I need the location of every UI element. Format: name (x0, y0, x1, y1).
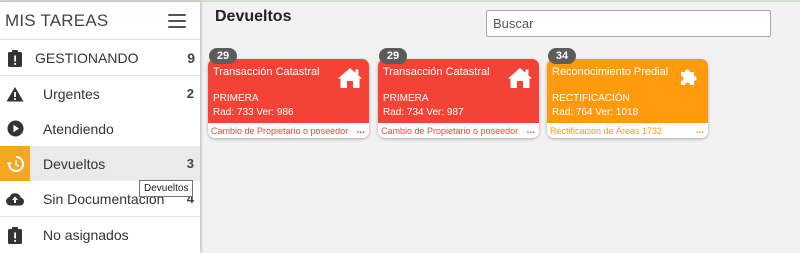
sidebar-item-no-asignados[interactable]: No asignados (0, 217, 200, 252)
card-footer-text: Cambio de Propietario o poseedor (211, 125, 349, 136)
more-options-button[interactable]: ... (357, 125, 365, 135)
sidebar: MIS TAREAS GESTIONANDO 9 Urgentes 2 Aten… (0, 2, 200, 253)
menu-icon[interactable] (168, 13, 186, 28)
sidebar-item-atendiendo[interactable]: Atendiendo (0, 111, 200, 146)
card-header: Reconocimiento Predial RECTIFICACIÓN Rad… (547, 59, 708, 123)
sidebar-item-count: 9 (187, 49, 195, 66)
clipboard-alert-icon (0, 217, 30, 252)
sidebar-item-label: Devueltos (43, 155, 106, 172)
card-stage: PRIMERA (383, 93, 429, 104)
play-circle-icon (0, 111, 30, 146)
card-footer: Rectificacion de Áreas 1732 ... (547, 123, 708, 138)
sidebar-item-label: GESTIONANDO (35, 49, 139, 66)
sidebar-item-label: Urgentes (43, 85, 100, 102)
task-card[interactable]: Transacción Catastral PRIMERA Rad: 734 V… (378, 59, 539, 138)
card-stage: PRIMERA (213, 93, 259, 104)
sidebar-item-count: 2 (186, 86, 194, 101)
card-radicado: Rad: 764 Ver: 1018 (552, 107, 639, 118)
sidebar-item-devueltos[interactable]: Devueltos 3 (0, 146, 200, 181)
card-header: Transacción Catastral PRIMERA Rad: 734 V… (378, 59, 539, 123)
puzzle-icon (678, 67, 698, 92)
sidebar-item-count: 3 (186, 156, 194, 171)
card-count-badge: 29 (379, 48, 407, 64)
task-card[interactable]: Transacción Catastral PRIMERA Rad: 733 V… (208, 59, 369, 138)
home-icon (507, 67, 533, 94)
card-footer: Cambio de Propietario o poseedor ... (378, 123, 539, 138)
sidebar-header: MIS TAREAS (0, 2, 200, 40)
card-radicado: Rad: 734 Ver: 987 (383, 107, 464, 118)
history-icon (0, 146, 30, 181)
card-footer-text: Rectificacion de Áreas 1732 (550, 125, 663, 136)
card-footer: Cambio de Propietario o poseedor ... (208, 123, 369, 138)
clipboard-alert-icon (0, 40, 30, 75)
search-input[interactable] (486, 10, 771, 37)
card-count-badge: 34 (548, 48, 576, 64)
tooltip: Devueltos (139, 180, 194, 197)
warning-icon (0, 76, 30, 111)
sidebar-item-urgentes[interactable]: Urgentes 2 (0, 76, 200, 111)
more-options-button[interactable]: ... (696, 125, 704, 135)
page-title: Devueltos (215, 8, 292, 25)
card-stage: RECTIFICACIÓN (552, 93, 630, 104)
sidebar-item-gestionando[interactable]: GESTIONANDO 9 (0, 40, 200, 75)
card-radicado: Rad: 733 Ver: 986 (213, 107, 294, 118)
sidebar-item-label: Atendiendo (43, 120, 114, 137)
home-icon (337, 67, 363, 94)
task-card[interactable]: Reconocimiento Predial RECTIFICACIÓN Rad… (547, 59, 708, 138)
card-footer-text: Cambio de Propietario o poseedor (381, 125, 519, 136)
sidebar-title: MIS TAREAS (5, 10, 109, 30)
cloud-upload-icon (0, 181, 30, 216)
sidebar-item-label: No asignados (43, 226, 129, 243)
card-header: Transacción Catastral PRIMERA Rad: 733 V… (208, 59, 369, 123)
more-options-button[interactable]: ... (527, 125, 535, 135)
card-count-badge: 29 (209, 48, 237, 64)
